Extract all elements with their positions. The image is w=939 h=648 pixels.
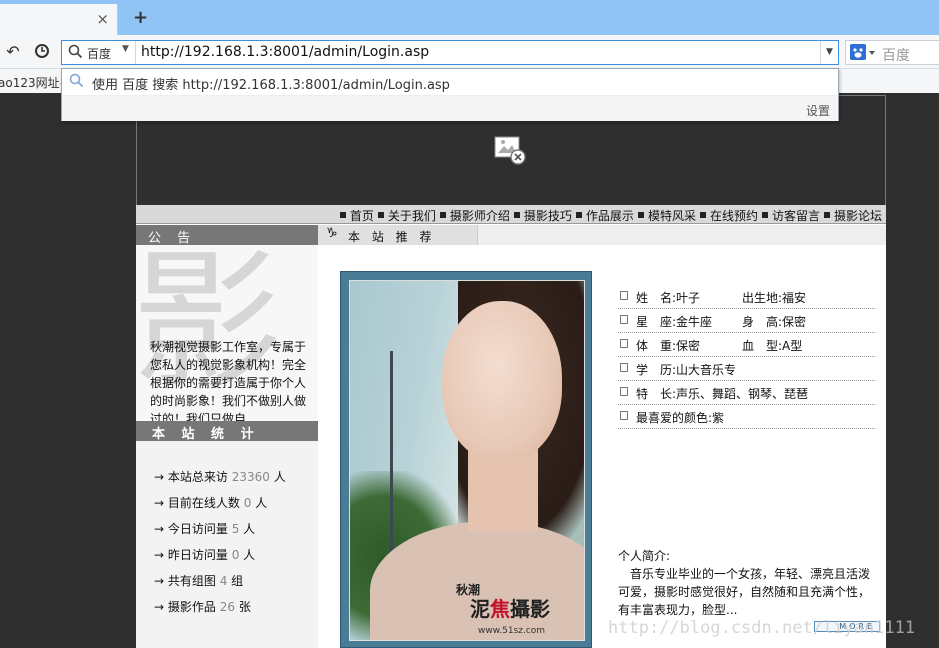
stats-item: → 摄影作品 26 张 [154,600,251,614]
stats-item: → 今日访问量 5 人 [154,522,256,536]
web-page: 首页 关于我们 摄影师介绍 摄影技巧 作品展示 模特风采 在线预约 访客留言 摄影论坛 公 告 … [136,95,886,648]
square-bullet-icon [761,212,768,218]
tab-close-icon[interactable]: × [96,10,109,28]
profile-row: 体 重:保密血 型:A型 [618,333,875,357]
broken-image-icon [494,135,528,167]
bullet-box-icon [620,411,628,420]
square-bullet-icon [575,212,582,218]
bullet-box-icon [620,339,628,348]
bullet-box-icon [620,387,628,396]
menu-item[interactable]: 模特风采 [637,207,696,224]
main-column: ♑ 本 站 推 荐 秋潮 泥焦攝影 www.51sz.com 姓 名:叶子 出生地… [318,225,886,648]
model-photo-frame[interactable]: 秋潮 泥焦攝影 www.51sz.com [340,271,592,648]
menu-item[interactable]: 访客留言 [761,207,820,224]
site-menu: 首页 关于我们 摄影师介绍 摄影技巧 作品展示 模特风采 在线预约 访客留言 摄影论坛 [136,205,886,224]
square-bullet-icon [699,212,706,218]
suggestion-text: 使用 百度 搜索 http://192.168.1.3:8001/admin/L… [92,78,450,93]
menu-item[interactable]: 在线预约 [699,207,758,224]
profile-row: 星 座:金牛座身 高:保密 [618,309,875,333]
search-box-placeholder: 百度 [882,48,910,64]
profile-intro: 个人简介: 音乐专业毕业的一个女孩，年轻、漂亮且活泼可爱，摄影时感觉很好，自然随… [618,547,875,619]
bullet-box-icon [620,291,628,300]
profile-row: 特 长:声乐、舞蹈、钢琴、琵琶 [618,381,875,405]
tab-bar: × + [0,0,939,35]
intro-label: 个人简介: [618,549,671,563]
square-bullet-icon [339,212,346,218]
stats-item: → 昨日访问量 0 人 [154,548,256,562]
recommend-heading: ♑ 本 站 推 荐 [318,225,886,245]
notice-text: 秋潮视觉摄影工作室，专属于您私人的视觉影象机构！完全根据你的需要打造属于你个人的… [150,340,307,421]
stats-item: → 本站总来访 23360 人 [154,470,286,484]
bullet-box-icon [620,315,628,324]
address-bar[interactable]: 百度 ▼ http://192.168.1.3:8001/admin/Login… [61,40,839,65]
undo-icon[interactable]: ↶ [4,43,22,61]
url-dropdown-icon[interactable]: ▼ [820,41,838,64]
photo-url: www.51sz.com [478,626,546,636]
stats-title: 本 站 统 计 [152,427,260,442]
profile-row: 学 历:山大音乐专 [618,357,875,381]
suggestion-item[interactable]: 使用 百度 搜索 http://192.168.1.3:8001/admin/L… [62,69,838,95]
square-bullet-icon [823,212,830,218]
history-icon[interactable] [33,43,51,61]
notice-panel: 影 秋潮视觉摄影工作室，专属于您私人的视觉影象机构！完全根据你的需要打造属于你个… [136,245,318,423]
model-photo[interactable]: 秋潮 泥焦攝影 www.51sz.com [349,280,585,641]
browser-tab[interactable]: × [0,4,118,35]
menu-item[interactable]: 作品展示 [575,207,634,224]
bullet-box-icon [620,363,628,372]
stats-item: → 共有组图 4 组 [154,574,244,588]
menu-item[interactable]: 首页 [339,207,374,224]
menu-item[interactable]: 摄影论坛 [823,207,882,224]
capricorn-icon: ♑ [326,226,338,241]
notice-heading: 公 告 [136,225,318,246]
search-engine-label: 百度 [87,47,112,61]
photo-signature: 泥焦攝影 [470,597,550,621]
stats-item: → 目前在线人数 0 人 [154,496,268,510]
square-bullet-icon [637,212,644,218]
menu-item[interactable]: 摄影师介绍 [439,207,510,224]
search-icon [68,44,83,62]
profile-row: 姓 名:叶子 出生地:福安 [618,285,875,309]
paw-icon[interactable] [850,44,876,65]
intro-text: 音乐专业毕业的一个女孩，年轻、漂亮且活泼可爱，摄影时感觉很好，自然随和且充满个性… [618,567,871,617]
chevron-down-icon: ▼ [122,44,129,54]
menu-item[interactable]: 摄影技巧 [513,207,572,224]
recommend-title: 本 站 推 荐 [348,230,436,244]
stats-heading: 本 站 统 计 [136,421,318,442]
menu-item[interactable]: 关于我们 [377,207,436,224]
search-box[interactable]: 百度 [845,40,939,65]
settings-link[interactable]: 设置 [806,102,830,119]
notice-title: 公 告 [148,231,197,246]
stats-list: → 本站总来访 23360 人 → 目前在线人数 0 人 → 今日访问量 5 人… [154,468,286,624]
profile-row: 最喜爱的颜色:紫 [618,405,875,429]
url-input[interactable]: http://192.168.1.3:8001/admin/Login.asp [141,44,429,60]
new-tab-button[interactable]: + [133,7,148,28]
square-bullet-icon [377,212,384,218]
search-icon [69,73,84,91]
suggestion-footer: 设置 [62,95,838,121]
square-bullet-icon [513,212,520,218]
url-suggestion-dropdown: 使用 百度 搜索 http://192.168.1.3:8001/admin/L… [61,68,839,121]
left-column: 公 告 影 秋潮视觉摄影工作室，专属于您私人的视觉影象机构！完全根据你的需要打造… [136,225,318,648]
profile-list: 姓 名:叶子 出生地:福安 星 座:金牛座身 高:保密 体 重:保密血 型:A型 … [618,285,875,429]
recommend-tab: ♑ 本 站 推 荐 [318,225,478,245]
search-engine-selector[interactable]: 百度 ▼ [62,41,136,64]
square-bullet-icon [439,212,446,218]
navigation-bar: ↶ 百度 ▼ http://192.168.1.3:8001/admin/Log… [0,35,939,69]
watermark: http://blog.csdn.net/liyan1111 [608,618,916,638]
